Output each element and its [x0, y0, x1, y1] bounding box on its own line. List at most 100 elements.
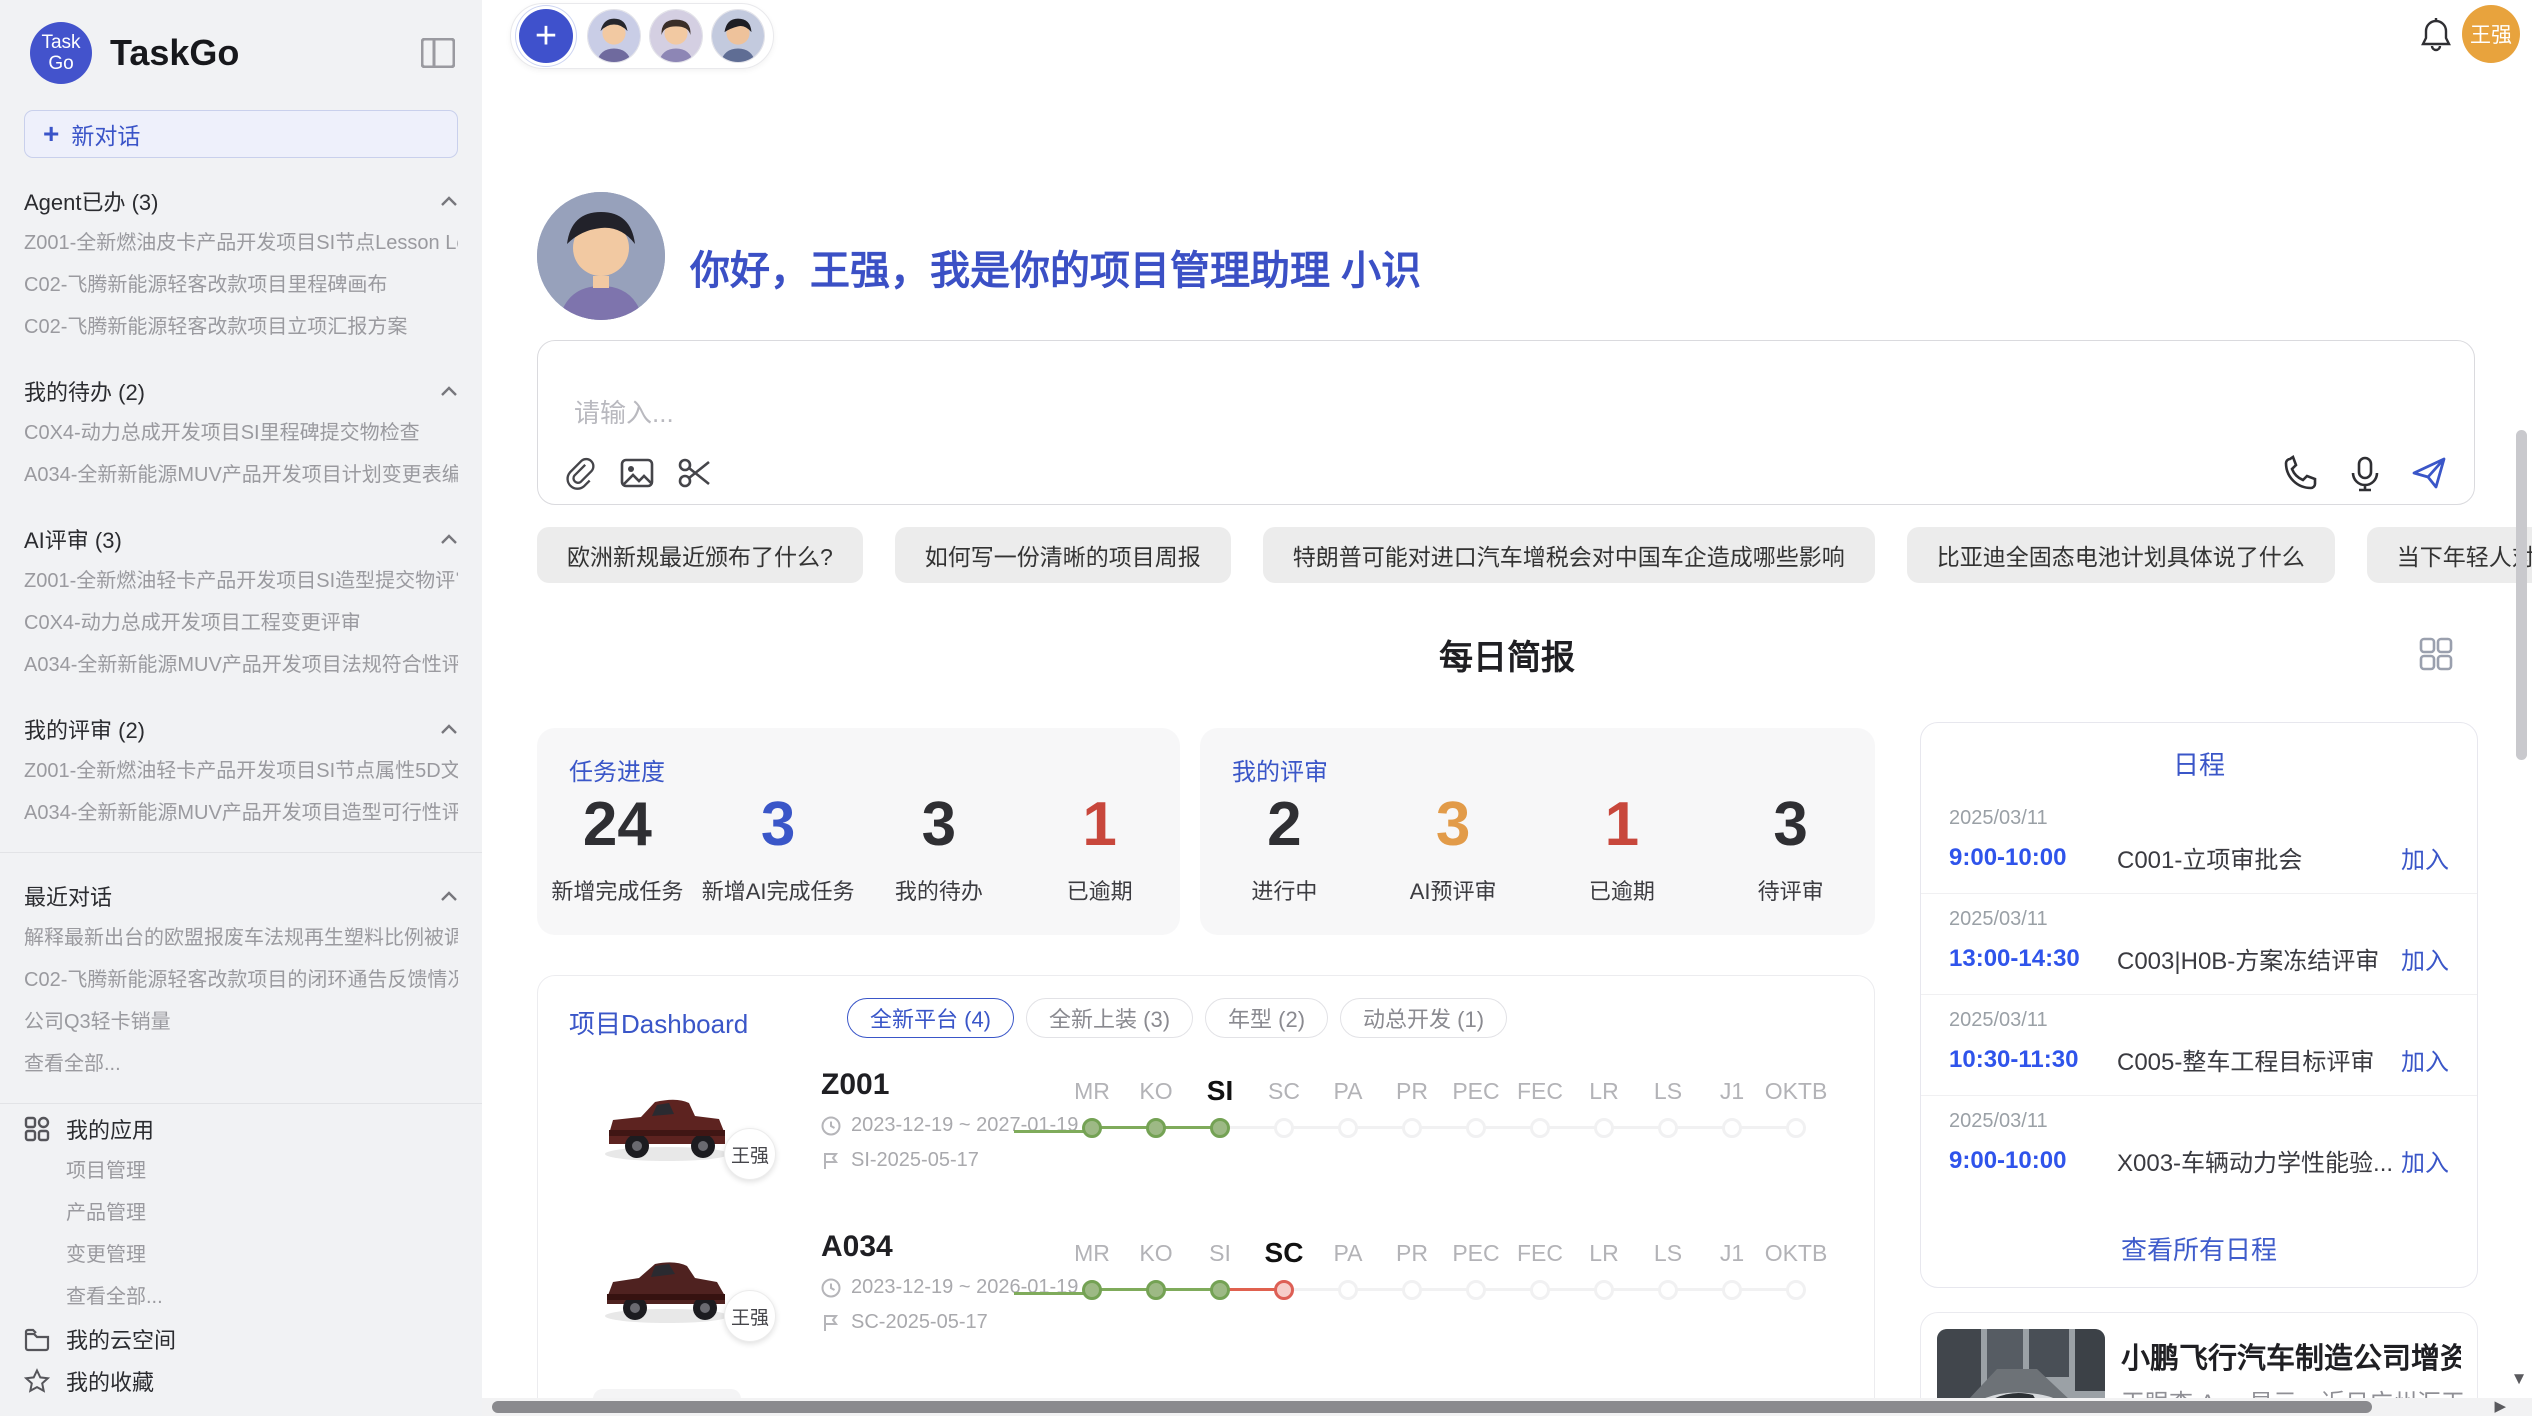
suggestion-chip[interactable]: 比亚迪全固态电池计划具体说了什么	[1907, 527, 2335, 583]
section-title: Agent已办 (3)	[24, 185, 159, 217]
apps-view-all-link[interactable]: 查看全部...	[24, 1276, 458, 1318]
join-meeting-link[interactable]: 加入	[2401, 840, 2449, 875]
filter-label: 年型 (2)	[1228, 1002, 1305, 1034]
conversation-item[interactable]: 解释最新出台的欧盟报废车法规再生塑料比例被调至15%...	[24, 917, 458, 959]
filter-pill[interactable]: 年型 (2)	[1205, 998, 1328, 1038]
join-meeting-link[interactable]: 加入	[2401, 1042, 2449, 1077]
suggestion-chip[interactable]: 特朗普可能对进口汽车增税会对中国车企造成哪些影响	[1263, 527, 1875, 583]
schedule-event[interactable]: 2025/03/11 9:00-10:00 C001-立项审批会 加入	[1921, 793, 2477, 893]
milestone-pa: PA	[1316, 1236, 1380, 1306]
milestone-dot	[1210, 1118, 1230, 1138]
divider	[0, 852, 482, 853]
section-agent-done[interactable]: Agent已办 (3)	[24, 180, 458, 222]
collapse-sidebar-icon[interactable]	[418, 33, 458, 73]
star-icon	[24, 1368, 50, 1394]
agent-avatar[interactable]	[711, 9, 765, 63]
conversation-item[interactable]: 公司Q3轻卡销量	[24, 1001, 458, 1043]
conversation-item[interactable]: A034-全新新能源MUV产品开发项目计划变更表编写	[24, 454, 458, 496]
recent-view-all-link[interactable]: 查看全部...	[24, 1043, 458, 1085]
task-progress-card: 任务进度 24 新增完成任务 3 新增AI完成任务 3 我的待办 1 已逾期	[537, 728, 1180, 935]
filter-pill[interactable]: 全新上装 (3)	[1026, 998, 1193, 1038]
chevron-up-icon[interactable]	[440, 724, 458, 735]
conversation-item[interactable]: A034-全新新能源MUV产品开发项目法规符合性评审	[24, 644, 458, 686]
chevron-up-icon[interactable]	[440, 386, 458, 397]
horizontal-scrollbar[interactable]: ▶	[482, 1398, 2514, 1416]
project-row[interactable]: 王强 Z001 2023-12-19 ~ 2027-01-19 SI-2025-…	[538, 1064, 1874, 1226]
task-stats: 24 新增完成任务 3 新增AI完成任务 3 我的待办 1 已逾期	[537, 790, 1180, 906]
conversation-item[interactable]: C02-飞腾新能源轻客改款项目里程碑画布	[24, 264, 458, 306]
app-link[interactable]: 项目管理	[24, 1150, 458, 1192]
new-chat-button[interactable]: + 新对话	[24, 110, 458, 158]
milestone-dot	[1274, 1118, 1294, 1138]
milestone-ko: KO	[1124, 1236, 1188, 1306]
scroll-right-arrow-icon[interactable]: ▶	[2494, 1398, 2506, 1416]
section-my-todo[interactable]: 我的待办 (2)	[24, 370, 458, 412]
milestone-dot	[1594, 1118, 1614, 1138]
vertical-scrollbar-thumb[interactable]	[2516, 430, 2527, 760]
join-meeting-link[interactable]: 加入	[2401, 1143, 2449, 1178]
milestone-dot	[1338, 1280, 1358, 1300]
conversation-item[interactable]: C0X4-动力总成开发项目SI里程碑提交物检查	[24, 412, 458, 454]
message-input[interactable]	[538, 341, 2474, 437]
chevron-up-icon[interactable]	[440, 534, 458, 545]
filter-pill[interactable]: 全新平台 (4)	[847, 998, 1014, 1038]
conversation-item[interactable]: Z001-全新燃油轻卡产品开发项目SI节点属性5D文件评审	[24, 750, 458, 792]
section-recent-chats[interactable]: 最近对话	[24, 875, 458, 917]
schedule-event[interactable]: 2025/03/11 10:30-11:30 C005-整车工程目标评审 加入	[1921, 994, 2477, 1095]
conversation-item[interactable]: C02-飞腾新能源轻客改款项目的闭环通告反馈情况	[24, 959, 458, 1001]
scroll-down-arrow-icon[interactable]: ▼	[2506, 1366, 2532, 1392]
conversation-item[interactable]: C02-飞腾新能源轻客改款项目立项汇报方案	[24, 306, 458, 348]
notification-bell-icon[interactable]	[2418, 17, 2454, 55]
conversation-item[interactable]: Z001-全新燃油轻卡产品开发项目SI造型提交物评审	[24, 560, 458, 602]
new-agent-button[interactable]: +	[519, 9, 573, 63]
milestone-pa: PA	[1316, 1074, 1380, 1144]
clock-icon	[821, 1278, 841, 1298]
agent-avatar[interactable]	[649, 9, 703, 63]
sidebar-item-cloud-space[interactable]: 我的云空间	[24, 1318, 458, 1360]
send-icon[interactable]	[2410, 454, 2448, 492]
section-ai-review[interactable]: AI评审 (3)	[24, 518, 458, 560]
user-avatar[interactable]: 王强	[2462, 5, 2520, 63]
section-my-review[interactable]: 我的评审 (2)	[24, 708, 458, 750]
schedule-event[interactable]: 2025/03/11 13:00-14:30 C003|H0B-方案冻结评审 加…	[1921, 893, 2477, 994]
scissors-icon[interactable]	[676, 454, 714, 492]
sidebar-item-my-apps[interactable]: 我的应用	[24, 1108, 458, 1150]
conversation-item[interactable]: Z001-全新燃油皮卡产品开发项目SI节点Lesson Learn报告	[24, 222, 458, 264]
milestone-ls: LS	[1636, 1236, 1700, 1306]
view-all-schedule-link[interactable]: 查看所有日程	[1921, 1230, 2477, 1267]
plus-icon: +	[535, 15, 557, 58]
project-owner-badge: 王强	[724, 1128, 776, 1180]
join-meeting-link[interactable]: 加入	[2401, 941, 2449, 976]
chevron-up-icon[interactable]	[440, 196, 458, 207]
milestone-dot	[1210, 1280, 1230, 1300]
chevron-up-icon[interactable]	[440, 891, 458, 902]
milestone-j1: J1	[1700, 1074, 1764, 1144]
event-name: C005-整车工程目标评审	[2117, 1042, 2401, 1077]
app-link[interactable]: 变更管理	[24, 1234, 458, 1276]
layout-grid-icon[interactable]	[2418, 636, 2454, 672]
agent-avatar[interactable]	[587, 9, 641, 63]
suggestion-chip[interactable]: 欧洲新规最近颁布了什么?	[537, 527, 863, 583]
horizontal-scrollbar-thumb[interactable]	[492, 1401, 2372, 1413]
event-date: 2025/03/11	[1949, 908, 2449, 931]
schedule-event[interactable]: 2025/03/11 9:00-10:00 X003-车辆动力学性能验... 加…	[1921, 1095, 2477, 1196]
paperclip-icon[interactable]	[560, 454, 598, 492]
phone-call-icon[interactable]	[2282, 454, 2320, 492]
filter-label: 动总开发 (1)	[1363, 1002, 1484, 1034]
conversation-item[interactable]: A034-全新新能源MUV产品开发项目造型可行性评审	[24, 792, 458, 834]
stat: 1 已逾期	[1019, 790, 1180, 906]
filter-pill[interactable]: 动总开发 (1)	[1340, 998, 1507, 1038]
sidebar-item-favorites[interactable]: 我的收藏	[24, 1360, 458, 1402]
project-row[interactable]: 王强 A034 2023-12-19 ~ 2026-01-19 SC-2025-…	[538, 1226, 1874, 1388]
message-composer[interactable]	[537, 340, 2475, 505]
image-icon[interactable]	[618, 454, 656, 492]
microphone-icon[interactable]	[2346, 454, 2384, 492]
conversation-item[interactable]: C0X4-动力总成开发项目工程变更评审	[24, 602, 458, 644]
project-owner-badge: 王强	[724, 1290, 776, 1342]
milestone-label: PR	[1380, 1236, 1444, 1270]
app-link[interactable]: 产品管理	[24, 1192, 458, 1234]
daily-briefing-title: 每日简报	[482, 630, 2532, 679]
stat-label: 新增AI完成任务	[698, 874, 859, 906]
suggestion-chip[interactable]: 如何写一份清晰的项目周报	[895, 527, 1231, 583]
suggestion-chip[interactable]: 当下年轻人对汽车外观有怎样的喜好趋势	[2367, 527, 2532, 583]
